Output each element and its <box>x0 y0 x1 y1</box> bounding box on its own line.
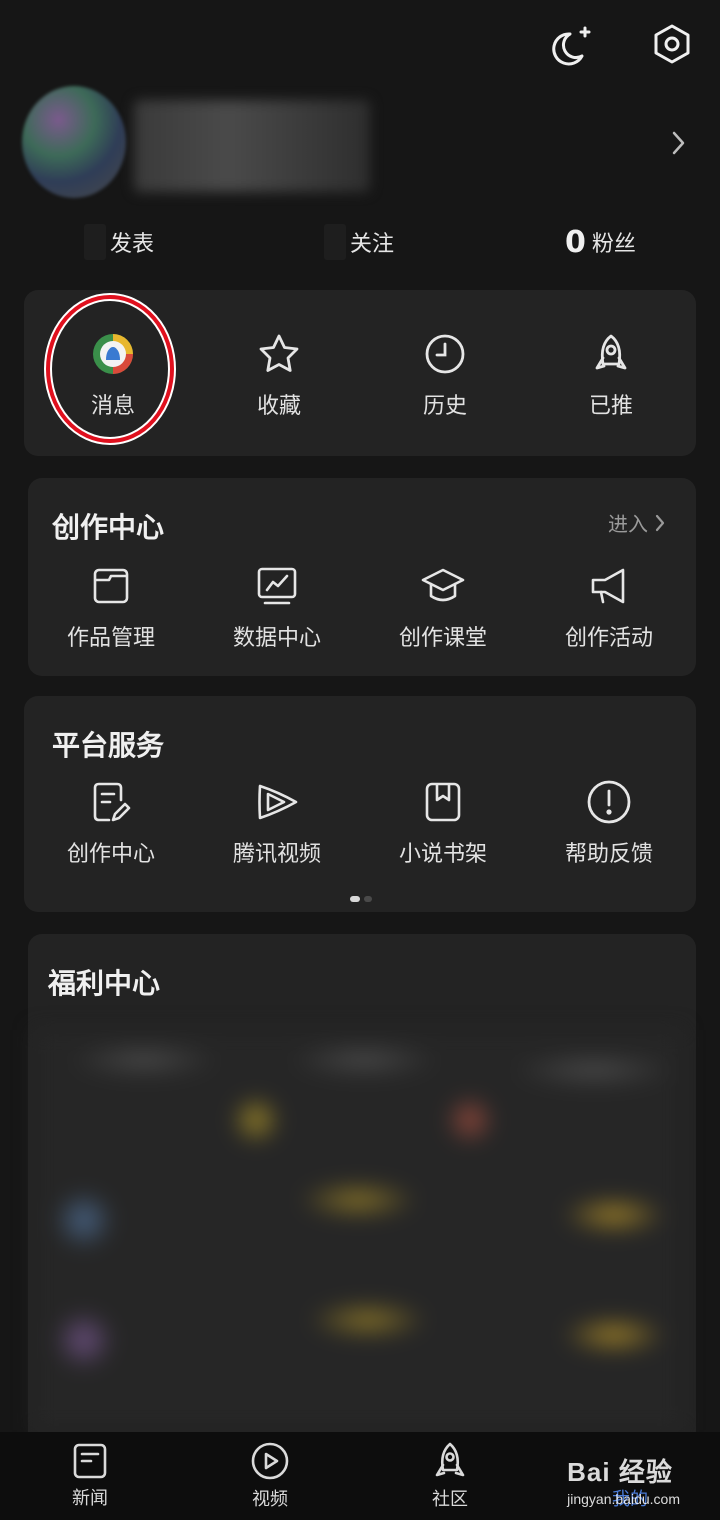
stat-fans-label: 粉丝 <box>591 232 636 257</box>
enter-label: 进入 <box>608 512 648 536</box>
quick-action-history[interactable]: 历史 <box>362 330 528 420</box>
stat-following-count-blurred <box>324 224 346 260</box>
avatar[interactable] <box>22 86 126 198</box>
service-item-creation-center[interactable]: 创作中心 <box>28 778 194 868</box>
settings-button[interactable] <box>648 20 696 68</box>
edit-document-icon <box>87 778 135 826</box>
quick-action-favorites[interactable]: 收藏 <box>196 330 362 420</box>
page-dot <box>364 896 372 902</box>
welfare-content-blurred[interactable] <box>34 1030 682 1430</box>
creation-item-data[interactable]: 数据中心 <box>194 562 360 652</box>
platform-services-card: 平台服务 创作中心 腾讯视频 小说书架 帮助反馈 <box>24 696 696 912</box>
rocket-icon <box>587 330 635 378</box>
tencent-video-icon <box>253 778 301 826</box>
settings-hexagon-icon <box>654 24 690 64</box>
nav-community-label: 社区 <box>432 1489 468 1510</box>
quick-action-pushed-label: 已推 <box>588 394 633 419</box>
service-item-help-feedback[interactable]: 帮助反馈 <box>526 778 692 868</box>
service-item-novel-shelf[interactable]: 小说书架 <box>360 778 526 868</box>
stat-following-label: 关注 <box>350 232 395 257</box>
creation-item-works-label: 作品管理 <box>66 626 155 651</box>
moon-sparkle-icon <box>552 26 591 66</box>
creation-item-activity[interactable]: 创作活动 <box>526 562 692 652</box>
creation-item-class-label: 创作课堂 <box>398 626 487 651</box>
service-item-novel-shelf-label: 小说书架 <box>398 842 487 867</box>
exclamation-circle-icon <box>585 778 633 826</box>
creation-item-class[interactable]: 创作课堂 <box>360 562 526 652</box>
service-item-creation-center-label: 创作中心 <box>66 842 155 867</box>
megaphone-icon <box>585 562 633 610</box>
creation-item-works[interactable]: 作品管理 <box>28 562 194 652</box>
watermark-line1: Bai 经验 <box>567 1457 673 1487</box>
rocket-icon <box>435 1442 465 1477</box>
quick-action-history-label: 历史 <box>422 394 467 419</box>
services-page-indicator <box>350 896 372 902</box>
nav-news-label: 新闻 <box>72 1488 108 1509</box>
username-blurred[interactable] <box>134 100 370 192</box>
stat-posts[interactable]: 发表 <box>84 222 154 262</box>
watermark-line2: jingyan.baidu.com <box>567 1491 680 1507</box>
stat-following[interactable]: 关注 <box>324 222 394 262</box>
clock-icon <box>421 330 469 378</box>
baidu-jingyan-watermark: Bai 经验 jingyan.baidu.com <box>567 1452 680 1507</box>
platform-services-title: 平台服务 <box>52 729 165 762</box>
stat-posts-count-blurred <box>84 224 106 260</box>
stat-fans[interactable]: 0 粉丝 <box>565 222 636 262</box>
page-dot-active <box>350 896 360 902</box>
folder-icon <box>87 562 135 610</box>
nav-video[interactable]: 视频 <box>180 1432 360 1520</box>
trend-chart-icon <box>253 562 301 610</box>
nav-community[interactable]: 社区 <box>360 1432 540 1520</box>
creation-item-data-label: 数据中心 <box>232 626 321 651</box>
creation-center-card: 创作中心 进入 作品管理 数据中心 创作课堂 创作活动 <box>28 478 696 676</box>
service-item-tencent-video-label: 腾讯视频 <box>232 842 321 867</box>
chevron-right-icon <box>655 514 665 531</box>
star-icon <box>255 330 303 378</box>
stat-fans-count: 0 <box>565 224 586 260</box>
service-item-tencent-video[interactable]: 腾讯视频 <box>194 778 360 868</box>
highlight-ring <box>44 293 176 445</box>
service-item-help-feedback-label: 帮助反馈 <box>564 842 653 867</box>
play-circle-icon <box>251 1442 289 1480</box>
profile-chevron[interactable] <box>668 128 688 158</box>
news-doc-icon <box>73 1443 107 1479</box>
graduation-cap-icon <box>419 562 467 610</box>
creation-center-enter-link[interactable]: 进入 <box>608 508 666 537</box>
quick-action-pushed[interactable]: 已推 <box>528 330 694 420</box>
night-mode-button[interactable] <box>550 20 598 68</box>
quick-action-favorites-label: 收藏 <box>256 394 301 419</box>
chevron-right-icon <box>672 131 685 155</box>
nav-news[interactable]: 新闻 <box>0 1432 180 1520</box>
welfare-center-title: 福利中心 <box>48 967 161 1000</box>
creation-center-title: 创作中心 <box>52 511 165 544</box>
nav-video-label: 视频 <box>252 1489 288 1510</box>
creation-item-activity-label: 创作活动 <box>564 626 653 651</box>
stat-posts-label: 发表 <box>110 232 155 257</box>
bookmark-book-icon <box>419 778 467 826</box>
